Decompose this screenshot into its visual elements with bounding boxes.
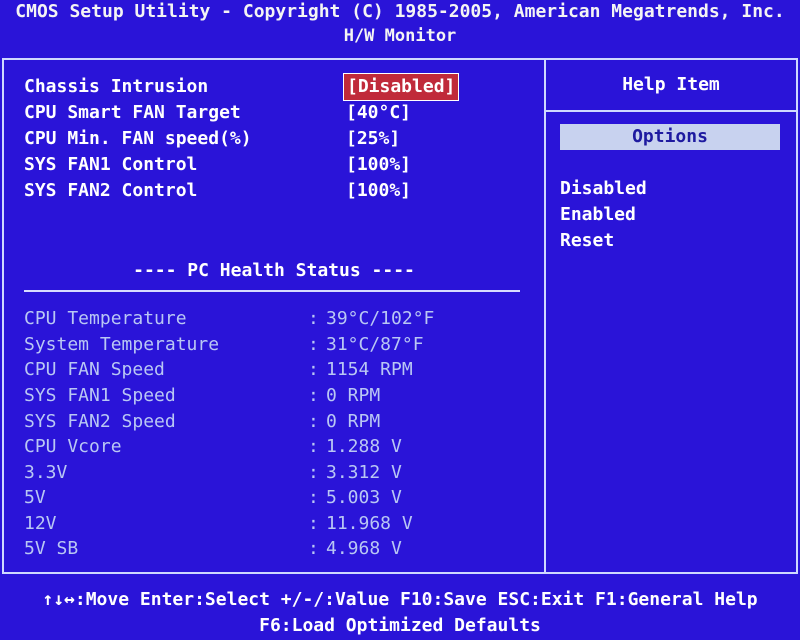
health-row-3v3: 3.3V : 3.312 V — [24, 460, 524, 486]
stat-label: SYS FAN2 Speed — [24, 411, 176, 432]
stat-label: 5V SB — [24, 538, 79, 559]
stat-colon: : — [308, 385, 319, 406]
stat-label: System Temperature — [24, 334, 220, 355]
health-row-sys-fan2-speed: SYS FAN2 Speed : 0 RPM — [24, 409, 524, 435]
options-list: Disabled Enabled Reset — [546, 176, 796, 254]
setting-label: SYS FAN2 Control — [24, 180, 198, 201]
setting-label: SYS FAN1 Control — [24, 154, 198, 175]
health-row-5v: 5V : 5.003 V — [24, 485, 524, 511]
stat-value: 1.288 V — [326, 436, 402, 457]
stat-label: CPU FAN Speed — [24, 359, 165, 380]
stat-colon: : — [308, 359, 319, 380]
setting-value[interactable]: [100%] — [346, 178, 411, 204]
stat-label: 12V — [24, 513, 57, 534]
stat-colon: : — [308, 462, 319, 483]
bios-title: CMOS Setup Utility - Copyright (C) 1985-… — [15, 1, 785, 22]
health-row-5v-sb: 5V SB : 4.968 V — [24, 536, 524, 562]
stat-value: 39°C/102°F — [326, 308, 435, 329]
page-title: H/W Monitor — [343, 26, 457, 46]
setting-value[interactable]: [25%] — [346, 126, 400, 152]
stat-value: 31°C/87°F — [326, 334, 424, 355]
stat-colon: : — [308, 308, 319, 329]
setting-label: CPU Smart FAN Target — [24, 102, 241, 123]
stat-colon: : — [308, 538, 319, 559]
option-enabled[interactable]: Enabled — [560, 202, 796, 228]
settings-pane: Chassis Intrusion [Disabled] CPU Smart F… — [4, 60, 540, 572]
health-status-title: ---- PC Health Status ---- — [133, 260, 415, 281]
health-row-sys-fan1-speed: SYS FAN1 Speed : 0 RPM — [24, 383, 524, 409]
stat-label: SYS FAN1 Speed — [24, 385, 176, 406]
load-defaults-hint: F6:Load Optimized Defaults — [259, 615, 541, 636]
stat-colon: : — [308, 487, 319, 508]
health-row-cpu-temperature: CPU Temperature : 39°C/102°F — [24, 306, 524, 332]
stat-value: 0 RPM — [326, 411, 381, 432]
help-pane: Help Item Options Disabled Enabled Reset — [544, 60, 796, 572]
health-row-system-temperature: System Temperature : 31°C/87°F — [24, 332, 524, 358]
setting-cpu-smart-fan-target[interactable]: CPU Smart FAN Target [40°C] — [24, 100, 524, 126]
setting-value[interactable]: [40°C] — [346, 100, 411, 126]
option-reset[interactable]: Reset — [560, 228, 796, 254]
health-row-cpu-vcore: CPU Vcore : 1.288 V — [24, 434, 524, 460]
setting-sys-fan2-control[interactable]: SYS FAN2 Control [100%] — [24, 178, 524, 204]
key-help-line: ↑↓↔:Move Enter:Select +/-/:Value F10:Sav… — [42, 589, 758, 610]
stat-label: 3.3V — [24, 462, 68, 483]
setting-label: Chassis Intrusion — [24, 76, 209, 97]
stat-value: 5.003 V — [326, 487, 402, 508]
setting-sys-fan1-control[interactable]: SYS FAN1 Control [100%] — [24, 152, 524, 178]
help-item-header: Help Item — [546, 60, 796, 112]
setting-chassis-intrusion[interactable]: Chassis Intrusion [Disabled] — [24, 73, 524, 101]
health-row-cpu-fan-speed: CPU FAN Speed : 1154 RPM — [24, 357, 524, 383]
stat-value: 1154 RPM — [326, 359, 413, 380]
stat-colon: : — [308, 513, 319, 534]
health-divider — [24, 290, 520, 292]
stat-label: 5V — [24, 487, 46, 508]
stat-colon: : — [308, 411, 319, 432]
setting-value-selected[interactable]: [Disabled] — [342, 73, 460, 101]
stat-value: 3.312 V — [326, 462, 402, 483]
stat-colon: : — [308, 334, 319, 355]
health-row-12v: 12V : 11.968 V — [24, 511, 524, 537]
setting-value[interactable]: [100%] — [346, 152, 411, 178]
stat-label: CPU Vcore — [24, 436, 122, 457]
setting-label: CPU Min. FAN speed(%) — [24, 128, 252, 149]
option-disabled[interactable]: Disabled — [560, 176, 796, 202]
stat-colon: : — [308, 436, 319, 457]
setting-cpu-min-fan-speed[interactable]: CPU Min. FAN speed(%) [25%] — [24, 126, 524, 152]
stat-label: CPU Temperature — [24, 308, 187, 329]
stat-value: 11.968 V — [326, 513, 413, 534]
stat-value: 0 RPM — [326, 385, 381, 406]
options-header: Options — [560, 124, 780, 150]
stat-value: 4.968 V — [326, 538, 402, 559]
